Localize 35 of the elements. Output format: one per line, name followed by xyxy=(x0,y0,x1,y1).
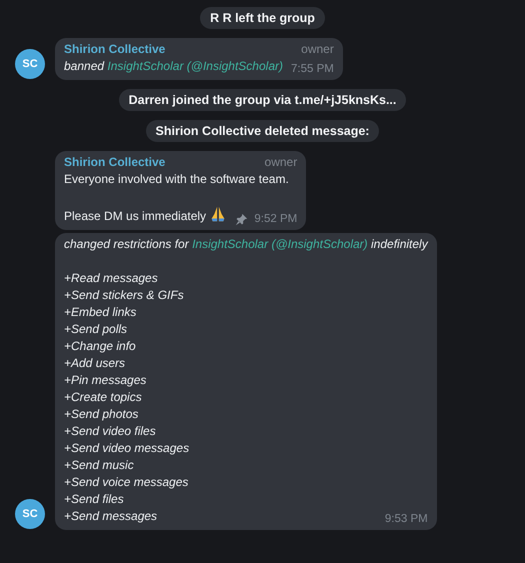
message-text: +Send music xyxy=(64,457,135,474)
avatar[interactable]: SC xyxy=(15,499,45,529)
message-text: changed restrictions for InsightScholar (@InsightScholar) indefinitely xyxy=(64,236,428,253)
message-text: +Send video files xyxy=(64,423,157,440)
message-time: 9:52 PM xyxy=(254,212,298,227)
author-name[interactable]: Shirion Collective xyxy=(64,41,166,58)
service-message: Darren joined the group via t.me/+jJ5knsKs... xyxy=(118,89,406,111)
message-time: 9:53 PM xyxy=(384,512,428,527)
link[interactable]: (@InsightScholar) xyxy=(183,59,283,73)
link[interactable]: (@InsightScholar) xyxy=(268,237,368,251)
message-text: +Send polls xyxy=(64,321,128,338)
message-text: +Pin messages xyxy=(64,372,148,389)
author-name[interactable]: Shirion Collective xyxy=(64,154,166,171)
link[interactable]: InsightScholar xyxy=(192,237,268,251)
message-text: +Add users xyxy=(64,355,126,372)
message-text: +Send files xyxy=(64,491,125,508)
message-text: banned InsightScholar (@InsightScholar) xyxy=(64,58,283,75)
message-text: +Send voice messages xyxy=(64,474,190,491)
role-label: owner xyxy=(301,41,334,58)
service-message: Shirion Collective deleted message: xyxy=(146,120,380,142)
role-label: owner xyxy=(264,154,298,171)
message-text: +Change info xyxy=(64,338,137,355)
message-text: +Send video messages xyxy=(64,440,190,457)
message-text: +Create topics xyxy=(64,389,143,406)
service-message: R R left the group xyxy=(200,7,325,29)
message-text: +Send photos xyxy=(64,406,140,423)
message-text: Please DM us immediately xyxy=(64,205,228,225)
message-text: +Send stickers & GIFs xyxy=(64,287,185,304)
message-text: +Send messages xyxy=(64,508,158,525)
link[interactable]: InsightScholar xyxy=(107,59,184,73)
message-time: 7:55 PM xyxy=(291,62,334,77)
message-text: +Read messages xyxy=(64,270,159,287)
message-text: +Embed links xyxy=(64,304,138,321)
message-text: Everyone involved with the software team. xyxy=(64,171,290,188)
avatar[interactable]: SC xyxy=(15,49,45,79)
